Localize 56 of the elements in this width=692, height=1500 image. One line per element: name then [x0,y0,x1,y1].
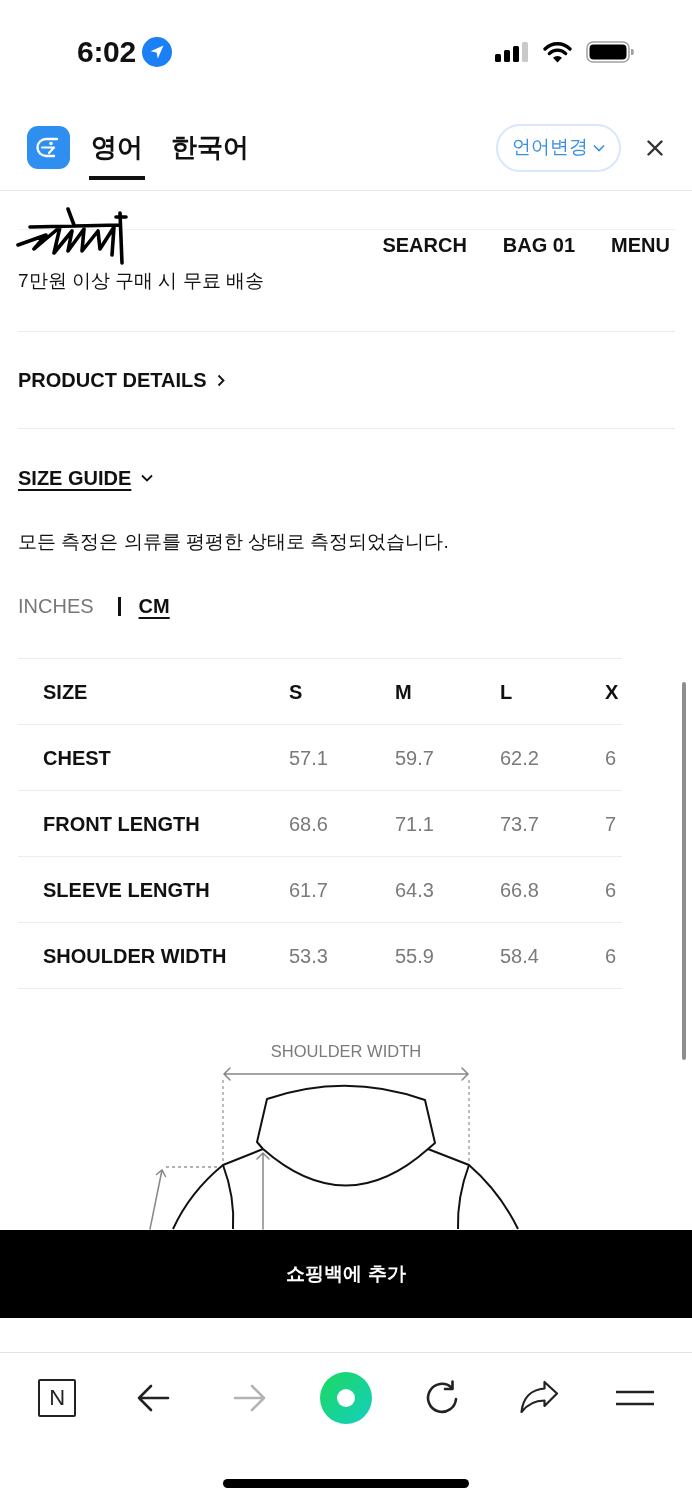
section-toggle[interactable]: SIZE GUIDE [18,465,154,490]
shipping-note: 7만원 이상 구매 시 무료 배송 [18,269,265,293]
measurement-label: SHOULDER WIDTH [270,1042,422,1060]
signature-logo[interactable] [16,205,130,265]
share-arrow-icon [518,1380,559,1415]
table-cell: 57.1 [289,724,395,791]
measurement-note: 모든 측정은 의류를 평평한 상태로 측정되었습니다. [18,530,450,554]
table-cell: 64.3 [395,856,500,923]
table-cell: 6 [605,856,622,923]
app-icon [27,126,70,169]
wifi-icon [543,41,572,63]
ring-icon [320,1371,373,1424]
column-header: S [289,658,395,725]
table-cell: 58.4 [500,922,605,989]
column-header: SIZE [18,658,289,725]
add-to-bag-button[interactable]: 쇼핑백에 추가 [0,1230,692,1318]
table-cell: 62.2 [500,724,605,791]
row-label: SLEEVE LENGTH [18,856,289,923]
table-cell: 6 [605,922,622,989]
table-cell: 55.9 [395,922,500,989]
table-cell: 7 [605,790,622,857]
table-cell: 73.7 [500,790,605,857]
language-tab[interactable]: 영어 [89,127,145,180]
section-toggle[interactable]: PRODUCT DETAILS [18,368,225,392]
table-cell: 61.7 [289,856,395,923]
unit-toggle[interactable]: INCHES [18,593,94,619]
table-cell: 59.7 [395,724,500,791]
language-tab[interactable]: 한국어 [169,127,251,180]
table-cell: 6 [605,724,622,791]
nav-link[interactable]: MENU [611,230,670,260]
row-label: FRONT LENGTH [18,790,289,857]
close-button[interactable] [647,139,663,156]
chevron-right-icon [216,373,225,387]
letter-button[interactable]: N [38,1378,77,1417]
menu-icon [614,1389,655,1406]
close-icon [647,139,663,156]
chevron-down-icon [141,473,154,482]
table-cell: 68.6 [289,790,395,857]
back-arrow-icon [135,1382,171,1413]
table-cell: 53.3 [289,922,395,989]
battery-icon [586,41,634,63]
row-label: CHEST [18,724,289,791]
column-header: M [395,658,500,725]
row-label: SHOULDER WIDTH [18,922,289,989]
status-time: 6:02 [77,37,136,67]
column-header: X [605,658,622,725]
chevron-down-icon [593,143,605,152]
unit-toggle[interactable]: CM [138,593,170,619]
table-cell: 66.8 [500,856,605,923]
nav-link[interactable]: BAG 01 [502,230,576,260]
nav-link[interactable]: SEARCH [382,230,467,260]
column-header: L [500,658,605,725]
table-cell: 71.1 [395,790,500,857]
forward-arrow-icon [232,1382,268,1413]
sleeve-length-arrow [149,1168,167,1230]
signal-icon [495,42,529,62]
